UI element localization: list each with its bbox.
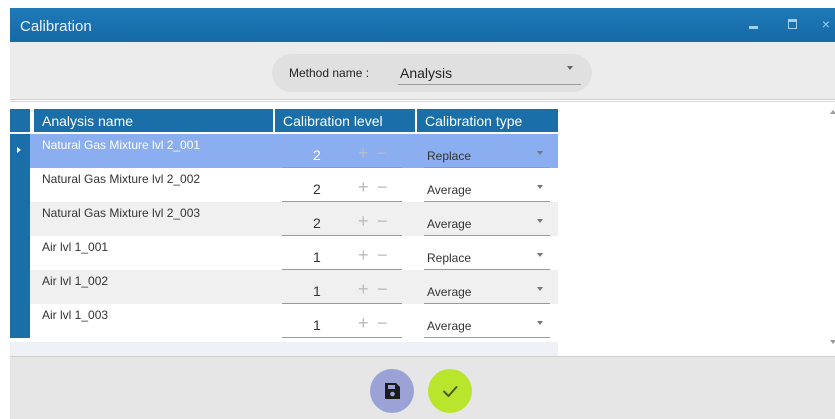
column-header-analysis-name[interactable]: Analysis name [34,109,273,132]
table-row[interactable]: Natural Gas Mixture lvl 2_003 2 + − Average [10,202,558,236]
column-header-calibration-type[interactable]: Calibration type [417,109,558,132]
increment-icon[interactable]: + [358,246,369,264]
scroll-down-icon[interactable] [830,340,835,344]
window-title: Calibration [20,18,92,35]
calibration-type-dropdown[interactable]: Replace [424,243,550,270]
save-icon [385,383,400,399]
calibration-type-value: Replace [427,251,472,265]
checkmark-icon [443,386,458,397]
chevron-down-icon [567,66,573,70]
chevron-down-icon [537,151,543,155]
save-button[interactable] [370,369,414,413]
row-header-cell[interactable] [10,134,30,168]
method-name-label: Method name : [289,66,370,80]
row-header-cell[interactable] [10,168,30,202]
close-icon: × [821,16,831,32]
analysis-name-cell: Natural Gas Mixture lvl 2_002 [42,172,201,186]
analysis-name-cell: Natural Gas Mixture lvl 2_003 [42,206,201,220]
calibration-type-dropdown[interactable]: Average [424,311,550,338]
calibration-level-stepper[interactable]: 2 + − [282,208,402,236]
row-header-cell[interactable] [10,236,30,270]
table-row[interactable]: Air lvl 1_001 1 + − Replace [10,236,558,270]
calibration-level-value: 1 [313,249,321,265]
confirm-button[interactable] [428,369,472,413]
calibration-level-stepper[interactable]: 2 + − [282,174,402,202]
method-selector-group: Method name : Analysis [272,54,592,92]
calibration-type-value: Replace [427,149,472,163]
calibration-type-dropdown[interactable]: Average [424,175,550,202]
calibration-type-value: Average [427,183,472,197]
grid-footer-strip [10,342,558,356]
analysis-name-cell: Air lvl 1_003 [42,308,109,322]
maximize-button[interactable] [782,14,802,34]
analysis-name-cell: Natural Gas Mixture lvl 2_001 [42,138,201,152]
increment-icon[interactable]: + [358,280,369,298]
chevron-down-icon [537,287,543,291]
decrement-icon[interactable]: − [377,212,388,230]
increment-icon[interactable]: + [358,178,369,196]
calibration-type-value: Average [427,217,472,231]
calibration-type-value: Average [427,285,472,299]
row-header-cell[interactable] [10,304,30,338]
table-row[interactable]: Air lvl 1_002 1 + − Average [10,270,558,304]
column-header-calibration-level[interactable]: Calibration level [275,109,415,132]
increment-icon[interactable]: + [358,144,369,162]
decrement-icon[interactable]: − [377,178,388,196]
calibration-level-value: 2 [313,147,321,163]
close-button[interactable]: × [816,14,835,34]
increment-icon[interactable]: + [358,212,369,230]
column-header-label: Calibration level [283,113,383,129]
method-bar: Method name : Analysis [10,42,835,100]
calibration-level-value: 2 [313,215,321,231]
decrement-icon[interactable]: − [377,144,388,162]
minimize-icon [748,26,758,29]
calibration-type-dropdown[interactable]: Average [424,277,550,304]
maximize-icon [787,19,797,29]
row-header-cell[interactable] [10,270,30,304]
calibration-type-dropdown[interactable]: Replace [424,141,550,168]
column-header-label: Calibration type [425,113,523,129]
calibration-level-stepper[interactable]: 1 + − [282,310,402,338]
table-row[interactable]: Air lvl 1_003 1 + − Average [10,304,558,338]
calibration-level-stepper[interactable]: 1 + − [282,276,402,304]
analysis-name-cell: Air lvl 1_002 [42,274,109,288]
decrement-icon[interactable]: − [377,246,388,264]
analysis-name-cell: Air lvl 1_001 [42,240,109,254]
calibration-level-value: 2 [313,181,321,197]
minimize-button[interactable] [743,14,763,34]
table-row[interactable]: Natural Gas Mixture lvl 2_001 2 + − Replace [10,134,558,168]
method-name-value: Analysis [400,65,453,81]
table-row[interactable]: Natural Gas Mixture lvl 2_002 2 + − Average [10,168,558,202]
action-bar [10,356,835,419]
calibration-type-dropdown[interactable]: Average [424,209,550,236]
calibration-level-value: 1 [313,283,321,299]
chevron-down-icon [537,253,543,257]
decrement-icon[interactable]: − [377,280,388,298]
title-bar: Calibration × [10,8,835,42]
chevron-down-icon [537,321,543,325]
row-header-corner [10,109,30,132]
calibration-level-value: 1 [313,317,321,333]
chevron-down-icon [537,185,543,189]
calibration-type-value: Average [427,319,472,333]
calibration-level-stepper[interactable]: 1 + − [282,242,402,270]
decrement-icon[interactable]: − [377,314,388,332]
scroll-up-icon[interactable] [830,110,835,114]
current-row-indicator-icon [17,147,21,153]
calibration-grid: Analysis name Calibration level Calibrat… [10,101,835,357]
method-name-dropdown[interactable]: Analysis [398,60,581,85]
increment-icon[interactable]: + [358,314,369,332]
row-header-cell[interactable] [10,202,30,236]
column-header-label: Analysis name [42,113,134,129]
calibration-level-stepper[interactable]: 2 + − [282,140,402,168]
vertical-scrollbar[interactable] [828,102,835,356]
chevron-down-icon [537,219,543,223]
